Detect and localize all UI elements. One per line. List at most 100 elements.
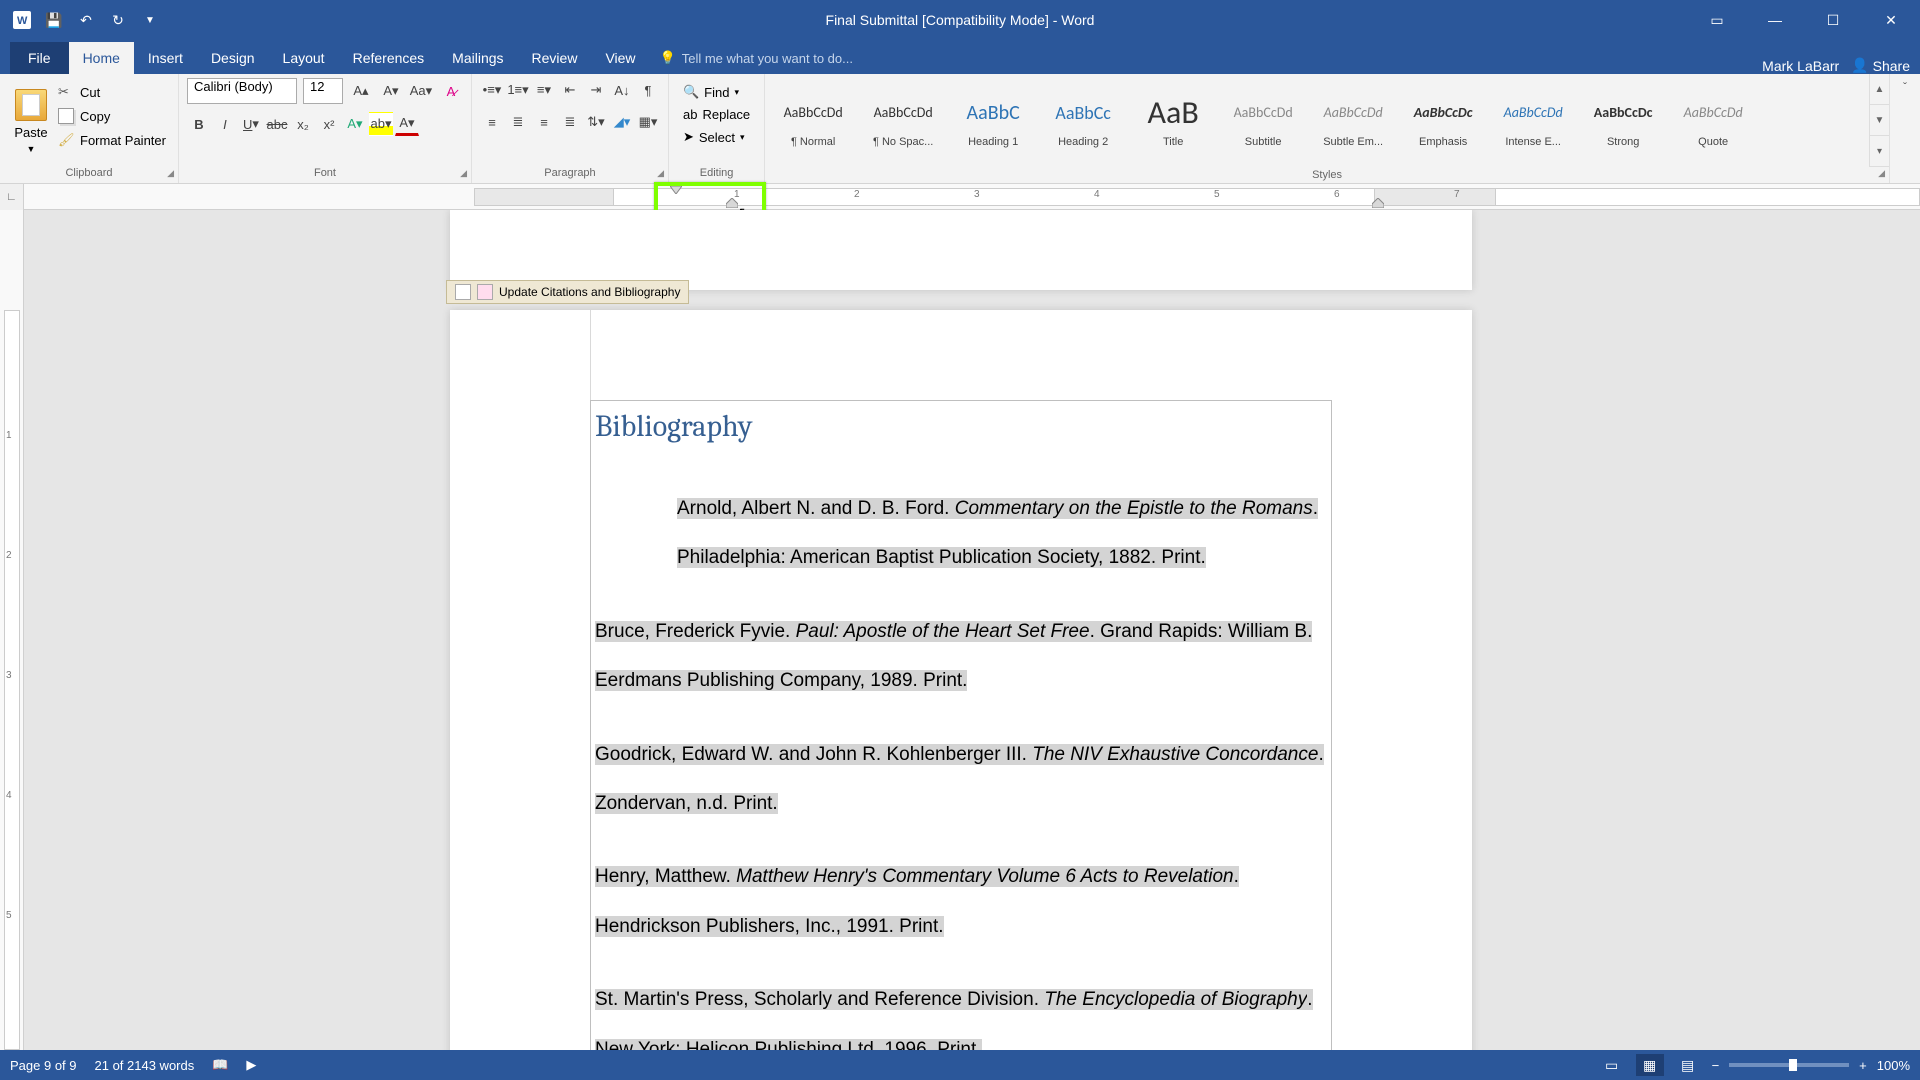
subscript-button[interactable]: x₂	[291, 112, 315, 136]
zoom-level[interactable]: 100%	[1877, 1058, 1910, 1073]
grow-font-button[interactable]: A▴	[349, 79, 373, 103]
copy-button[interactable]: Copy	[54, 106, 170, 126]
collapse-ribbon-icon[interactable]: ˇ	[1903, 80, 1907, 94]
word-app-icon[interactable]: W	[10, 8, 34, 32]
strikethrough-button[interactable]: abc	[265, 112, 289, 136]
maximize-icon[interactable]: ☐	[1804, 0, 1862, 40]
style-tile[interactable]: AaBbCcDdSubtle Em...	[1309, 78, 1397, 163]
style-tile[interactable]: AaBbCcDcEmphasis	[1399, 78, 1487, 163]
superscript-button[interactable]: x²	[317, 112, 341, 136]
zoom-out-button[interactable]: −	[1712, 1058, 1720, 1073]
cut-button[interactable]: ✂Cut	[54, 82, 170, 102]
print-layout-button[interactable]: ▦	[1636, 1054, 1664, 1076]
read-mode-button[interactable]: ▭	[1598, 1054, 1626, 1076]
web-layout-button[interactable]: ▤	[1674, 1054, 1702, 1076]
vertical-ruler[interactable]: 12345	[0, 210, 24, 1050]
sort-button[interactable]: A↓	[610, 78, 634, 102]
bibliography-entry[interactable]: Henry, Matthew. Matthew Henry's Commenta…	[595, 852, 1327, 951]
tab-file[interactable]: File	[10, 42, 69, 74]
tab-insert[interactable]: Insert	[134, 42, 197, 74]
styles-scroll-up[interactable]: ▲	[1870, 74, 1889, 105]
undo-icon[interactable]: ↶	[74, 8, 98, 32]
italic-button[interactable]: I	[213, 112, 237, 136]
shrink-font-button[interactable]: A▾	[379, 79, 403, 103]
qat-customize-icon[interactable]: ▼	[138, 8, 162, 32]
format-painter-button[interactable]: 🖌Format Painter	[54, 130, 170, 150]
text-effects-button[interactable]: A▾	[343, 112, 367, 136]
tab-references[interactable]: References	[339, 42, 439, 74]
page-indicator[interactable]: Page 9 of 9	[10, 1058, 77, 1073]
style-tile[interactable]: AaBbCcDd¶ No Spac...	[859, 78, 947, 163]
first-line-indent-marker[interactable]	[670, 186, 682, 194]
shading-button[interactable]: ◢▾	[610, 110, 634, 134]
spell-check-icon[interactable]: 📖	[212, 1057, 228, 1073]
hanging-indent-marker[interactable]	[726, 198, 738, 208]
tab-layout[interactable]: Layout	[269, 42, 339, 74]
save-icon[interactable]: 💾	[42, 8, 66, 32]
select-button[interactable]: ➤Select▾	[679, 127, 754, 147]
ribbon-options-icon[interactable]: ▭	[1688, 0, 1746, 40]
style-tile[interactable]: AaBbCcDcStrong	[1579, 78, 1667, 163]
font-color-button[interactable]: A▾	[395, 112, 419, 136]
citations-update-bar[interactable]: Update Citations and Bibliography	[446, 280, 689, 304]
zoom-slider[interactable]	[1729, 1063, 1849, 1067]
tell-me-search[interactable]: 💡 Tell me what you want to do...	[660, 42, 853, 74]
paragraph-dialog-launcher[interactable]: ◢	[657, 168, 664, 179]
borders-button[interactable]: ▦▾	[636, 110, 660, 134]
replace-button[interactable]: abReplace	[679, 105, 754, 124]
underline-button[interactable]: U▾	[239, 112, 263, 136]
align-center-button[interactable]: ≣	[506, 110, 530, 134]
multilevel-list-button[interactable]: ≡▾	[532, 78, 556, 102]
tab-home[interactable]: Home	[69, 42, 134, 74]
show-marks-button[interactable]: ¶	[636, 78, 660, 102]
bullets-button[interactable]: •≡▾	[480, 78, 504, 102]
font-size-select[interactable]: 12	[303, 78, 343, 104]
tab-selector[interactable]: ∟	[0, 184, 24, 210]
macro-icon[interactable]: ▶	[246, 1057, 256, 1073]
highlight-button[interactable]: ab▾	[369, 112, 393, 136]
paste-button[interactable]: Paste ▼	[8, 78, 54, 165]
bibliography-entry[interactable]: Bruce, Frederick Fyvie. Paul: Apostle of…	[595, 607, 1327, 706]
increase-indent-button[interactable]: ⇥	[584, 78, 608, 102]
clipboard-dialog-launcher[interactable]: ◢	[167, 168, 174, 179]
tab-view[interactable]: View	[591, 42, 649, 74]
style-tile[interactable]: AaBbCcDdQuote	[1669, 78, 1757, 163]
horizontal-ruler[interactable]: ∟ 1234567 ↖	[0, 184, 1920, 210]
bold-button[interactable]: B	[187, 112, 211, 136]
decrease-indent-button[interactable]: ⇤	[558, 78, 582, 102]
clear-formatting-button[interactable]: A̷	[439, 79, 463, 103]
numbering-button[interactable]: 1≡▾	[506, 78, 530, 102]
styles-gallery[interactable]: AaBbCcDd¶ NormalAaBbCcDd¶ No Spac...AaBb…	[765, 74, 1869, 167]
word-count[interactable]: 21 of 2143 words	[95, 1058, 195, 1073]
font-dialog-launcher[interactable]: ◢	[460, 168, 467, 179]
find-button[interactable]: 🔍Find▾	[679, 82, 754, 102]
style-tile[interactable]: AaBbCcHeading 2	[1039, 78, 1127, 163]
align-left-button[interactable]: ≡	[480, 110, 504, 134]
styles-more[interactable]: ▾	[1870, 136, 1889, 167]
zoom-in-button[interactable]: +	[1859, 1058, 1867, 1073]
style-tile[interactable]: AaBbCcDd¶ Normal	[769, 78, 857, 163]
justify-button[interactable]: ≣	[558, 110, 582, 134]
style-tile[interactable]: AaBTitle	[1129, 78, 1217, 163]
bibliography-entry[interactable]: St. Martin's Press, Scholarly and Refere…	[595, 975, 1327, 1050]
right-indent-marker[interactable]	[1372, 198, 1384, 208]
style-tile[interactable]: AaBbCcDdSubtitle	[1219, 78, 1307, 163]
style-tile[interactable]: AaBbCcDdIntense E...	[1489, 78, 1577, 163]
citations-menu-icon[interactable]	[455, 284, 471, 300]
citations-refresh-icon[interactable]	[477, 284, 493, 300]
styles-dialog-launcher[interactable]: ◢	[1878, 168, 1885, 179]
styles-scroll-down[interactable]: ▼	[1870, 105, 1889, 136]
tab-review[interactable]: Review	[518, 42, 592, 74]
align-right-button[interactable]: ≡	[532, 110, 556, 134]
user-name[interactable]: Mark LaBarr	[1762, 58, 1839, 74]
minimize-icon[interactable]: —	[1746, 0, 1804, 40]
bibliography-content-control[interactable]: Bibliography Arnold, Albert N. and D. B.…	[590, 400, 1332, 1050]
tab-design[interactable]: Design	[197, 42, 269, 74]
style-tile[interactable]: AaBbCHeading 1	[949, 78, 1037, 163]
font-name-select[interactable]: Calibri (Body)	[187, 78, 297, 104]
redo-icon[interactable]: ↻	[106, 8, 130, 32]
bibliography-entry[interactable]: Arnold, Albert N. and D. B. Ford. Commen…	[595, 484, 1327, 583]
tab-mailings[interactable]: Mailings	[438, 42, 517, 74]
close-icon[interactable]: ✕	[1862, 0, 1920, 40]
line-spacing-button[interactable]: ⇅▾	[584, 110, 608, 134]
